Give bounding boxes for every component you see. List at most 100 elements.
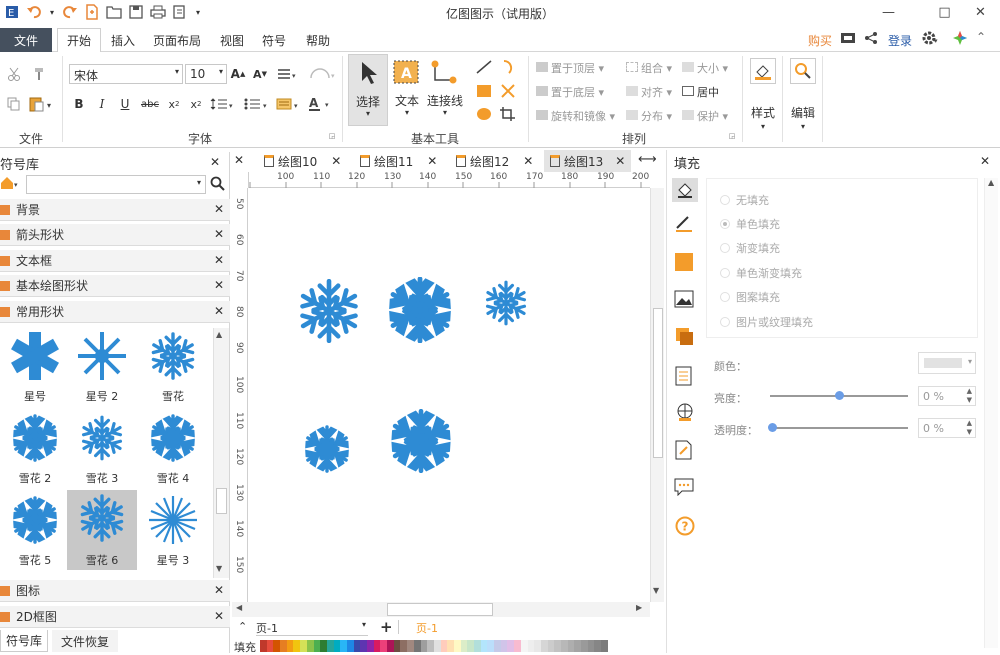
palette-swatch[interactable]	[320, 640, 327, 652]
share-screen-icon[interactable]	[840, 31, 856, 45]
active-page-tab[interactable]: 页-1	[416, 620, 438, 636]
spinner-icon[interactable]: ▲ ▼	[967, 387, 972, 405]
category-basic-shapes[interactable]: 基本绘图形状 ✕	[0, 275, 230, 297]
snowflake-shape[interactable]	[303, 425, 351, 473]
close-category-icon[interactable]: ✕	[214, 227, 224, 241]
library-home-icon[interactable]: ▾	[0, 175, 20, 193]
palette-swatch[interactable]	[427, 640, 434, 652]
arc-icon[interactable]	[498, 58, 518, 76]
shape-snowflake-4[interactable]: 雪花 4	[138, 410, 208, 488]
palette-swatch[interactable]	[453, 640, 461, 652]
palette-swatch[interactable]	[494, 640, 501, 652]
palette-swatch[interactable]	[280, 640, 287, 652]
palette-swatch[interactable]	[547, 640, 555, 652]
palette-swatch[interactable]	[306, 640, 314, 652]
note-icon[interactable]	[675, 440, 693, 460]
transparency-slider[interactable]	[770, 427, 908, 429]
library-search-input[interactable]: ▾	[26, 175, 206, 194]
italic-icon[interactable]: I	[95, 96, 109, 112]
palette-swatch[interactable]	[313, 640, 321, 652]
canvas-v-thumb[interactable]	[653, 308, 663, 458]
buy-link[interactable]: 购买	[808, 32, 832, 49]
category-icons[interactable]: 图标 ✕	[0, 580, 230, 602]
palette-swatch[interactable]	[520, 640, 528, 652]
bold-icon[interactable]: B	[72, 96, 86, 112]
transparency-slider-handle[interactable]	[768, 423, 777, 432]
tab-insert[interactable]: 插入	[104, 28, 142, 52]
radio-pattern-fill[interactable]: 图案填充	[720, 289, 780, 305]
group-button[interactable]: 组合 ▾	[626, 60, 672, 76]
color-picker[interactable]: ▾	[918, 352, 976, 374]
arrange-dialog-launcher-icon[interactable]: ◲	[728, 132, 736, 140]
tab-scroll-arrows-icon[interactable]: ⟷	[638, 152, 657, 167]
rectangle-icon[interactable]	[474, 82, 494, 100]
library-scrollbar[interactable]: ▲ ▼	[213, 328, 229, 578]
palette-swatch[interactable]	[560, 640, 568, 652]
paste-icon[interactable]: ▾	[28, 96, 56, 112]
edit-button[interactable]: 编辑 ▾	[788, 56, 818, 138]
category-2d-block[interactable]: 2D框图 ✕	[0, 606, 230, 628]
scroll-right-icon[interactable]: ▶	[636, 603, 642, 612]
doc-tab-11[interactable]: 绘图11 ✕	[360, 150, 437, 172]
line-spacing-icon[interactable]: ▾	[210, 96, 236, 112]
help-icon[interactable]: ?	[675, 516, 695, 536]
size-button[interactable]: 大小 ▾	[682, 60, 728, 76]
palette-swatch[interactable]	[433, 640, 441, 652]
category-textbox[interactable]: 文本框 ✕	[0, 250, 230, 272]
share-icon[interactable]	[864, 31, 878, 45]
brightness-slider-handle[interactable]	[835, 391, 844, 400]
align-button[interactable]: 对齐 ▾	[626, 84, 672, 100]
palette-swatch[interactable]	[300, 640, 307, 652]
close-category-icon[interactable]: ✕	[214, 609, 224, 623]
palette-swatch[interactable]	[567, 640, 575, 652]
category-background[interactable]: 背景 ✕	[0, 199, 230, 221]
subscript-icon[interactable]: x2	[165, 96, 183, 112]
bullets-icon[interactable]: ▾	[244, 96, 270, 112]
category-arrows[interactable]: 箭头形状 ✕	[0, 224, 230, 246]
select-tool-button[interactable]: 选择 ▾	[348, 54, 388, 126]
font-family-select[interactable]: 宋体 ▾	[69, 64, 183, 84]
highlight-icon[interactable]: ▾	[276, 96, 302, 112]
scroll-up-icon[interactable]: ▲	[216, 330, 222, 339]
palette-swatch[interactable]	[293, 640, 301, 652]
shape-asterisk-3[interactable]: 星号 3	[138, 492, 208, 570]
shape-asterisk-2[interactable]: 星号 2	[67, 328, 137, 406]
category-common-shapes[interactable]: 常用形状 ✕	[0, 301, 230, 323]
tab-symbol-library[interactable]: 符号库	[0, 630, 48, 652]
file-menu-button[interactable]: 文件	[0, 28, 52, 52]
close-category-icon[interactable]: ✕	[214, 202, 224, 216]
palette-swatch[interactable]	[367, 640, 374, 652]
snowflake-shape[interactable]	[297, 279, 361, 343]
tab-home[interactable]: 开始	[57, 28, 101, 53]
strikethrough-icon[interactable]: abc	[140, 96, 160, 112]
palette-swatch[interactable]	[420, 640, 428, 652]
collapse-ribbon-icon[interactable]: ⌃	[976, 30, 986, 44]
palette-swatch[interactable]	[340, 640, 347, 652]
palette-swatch[interactable]	[514, 640, 521, 652]
line-icon[interactable]	[474, 58, 494, 76]
search-icon[interactable]	[210, 176, 226, 192]
doc-tab-13[interactable]: 绘图13 ✕	[544, 150, 632, 172]
palette-swatch[interactable]	[500, 640, 508, 652]
scroll-left-icon[interactable]: ◀	[236, 603, 242, 612]
settings-gear-icon[interactable]: ▾	[921, 30, 939, 46]
image-icon[interactable]	[674, 290, 694, 308]
send-to-back-button[interactable]: 置于底层 ▾	[536, 84, 604, 100]
protect-button[interactable]: 保护 ▾	[682, 108, 728, 124]
crop-icon[interactable]	[498, 105, 518, 123]
theme-icon[interactable]	[952, 30, 968, 46]
palette-swatch[interactable]	[286, 640, 294, 652]
palette-swatch[interactable]	[326, 640, 334, 652]
palette-swatch[interactable]	[273, 640, 281, 652]
underline-icon[interactable]: U	[118, 96, 132, 112]
comment-icon[interactable]	[674, 478, 694, 496]
bring-to-front-button[interactable]: 置于顶层 ▾	[536, 60, 604, 76]
close-all-icon[interactable]: ✕	[234, 153, 244, 167]
palette-swatch[interactable]	[407, 640, 414, 652]
fill-panel-scrollbar[interactable]: ▲	[984, 178, 998, 648]
snowflake-shape[interactable]	[389, 409, 453, 473]
palette-swatch[interactable]	[480, 640, 488, 652]
close-tab-icon[interactable]: ✕	[331, 154, 341, 168]
close-category-icon[interactable]: ✕	[214, 278, 224, 292]
close-panel-icon[interactable]: ✕	[980, 154, 990, 168]
